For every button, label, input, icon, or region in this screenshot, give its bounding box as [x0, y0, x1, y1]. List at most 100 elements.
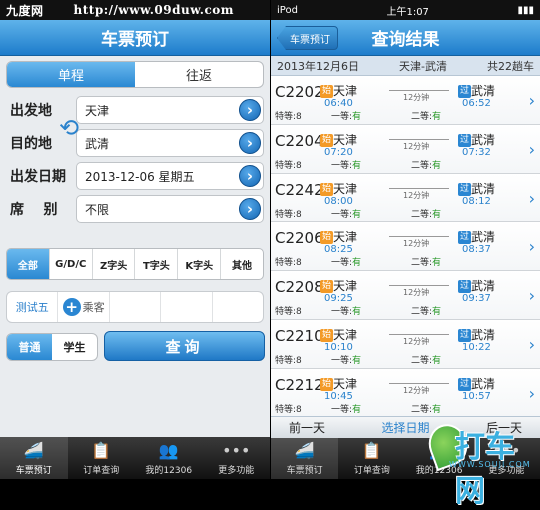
- filter-all[interactable]: 全部: [7, 249, 49, 279]
- query-button[interactable]: 查询: [104, 331, 265, 361]
- prev-day-button[interactable]: 前一天: [289, 419, 325, 436]
- seat-count: 8: [296, 355, 302, 366]
- tab-booking[interactable]: 🚄 车票预订: [0, 437, 68, 479]
- seat-label: 一等:: [331, 112, 353, 122]
- passenger-slot[interactable]: [211, 292, 263, 322]
- train-number: C2212: [275, 375, 324, 394]
- seat-label: 一等:: [331, 209, 353, 220]
- seat-label: 特等:: [275, 209, 297, 220]
- add-passenger-button[interactable]: + 乘客: [57, 292, 108, 322]
- filter-gdc[interactable]: G/D/C: [48, 249, 92, 279]
- watermark-url: http://www.09duw.com: [73, 3, 234, 17]
- from-station-name: 天津: [333, 376, 358, 391]
- seat-label: 特等:: [275, 112, 297, 122]
- seat-count: 有: [352, 404, 362, 415]
- train-number: C2210: [275, 326, 324, 345]
- seat-count: 有: [432, 307, 442, 318]
- to-station: 过武清: [458, 277, 495, 294]
- seat-first: 一等:有: [331, 255, 361, 268]
- pass-tag: 过: [458, 133, 471, 147]
- tab-orders[interactable]: 📋 订单查询: [68, 437, 136, 479]
- passenger-bar: 测试五 + 乘客: [6, 291, 264, 323]
- to-station-name: 武清: [471, 327, 496, 342]
- filter-t[interactable]: T字头: [134, 249, 177, 279]
- date-field[interactable]: 2013-12-06 星期五 ›: [76, 162, 264, 190]
- chevron-right-icon: ›: [528, 383, 535, 403]
- seat-label: 二等:: [411, 307, 433, 318]
- to-station: 过武清: [458, 228, 495, 245]
- tab-more[interactable]: ••• 更多功能: [203, 437, 271, 479]
- train-row[interactable]: C2204 始天津 07:20 12分钟过武清 07:32 特等:8 一等:有 二等:有 ›: [271, 124, 540, 174]
- passenger-slot[interactable]: [160, 292, 211, 322]
- seat-count: 有: [432, 404, 442, 415]
- train-row[interactable]: C2208 始天津 09:25 12分钟过武清 09:37 特等:8 一等:有 二等:有 ›: [271, 271, 540, 320]
- logo-subtext: WWW.SOUJI.COM: [449, 460, 531, 469]
- pass-tag: 过: [458, 231, 471, 245]
- train-row[interactable]: C2212 始天津 10:45 12分钟过武清 10:57 特等:8 一等:有 二等:有 ›: [271, 368, 540, 418]
- train-row[interactable]: C2210 始天津 10:10 12分钟过武清 10:22 特等:8 一等:有 二等:有 ›: [271, 319, 540, 369]
- seat-count: 有: [352, 307, 362, 318]
- seat-label: 特等:: [275, 160, 297, 171]
- tab-label: 车票预订: [15, 466, 52, 476]
- seat-label: 一等:: [331, 307, 353, 318]
- start-tag: 始: [320, 133, 333, 147]
- arrive-time: 08:37: [462, 244, 491, 256]
- seat-count: 有: [432, 258, 442, 269]
- to-field[interactable]: 武清 ›: [76, 129, 264, 157]
- tab-round-trip[interactable]: 往返: [135, 62, 263, 87]
- seat-count: 8: [296, 160, 302, 171]
- from-station-name: 天津: [333, 279, 358, 294]
- from-station-name: 天津: [333, 327, 358, 342]
- to-station: 过武清: [458, 82, 495, 99]
- tab-my12306[interactable]: 👥 我的12306: [135, 437, 203, 479]
- type-student[interactable]: 学生: [52, 334, 97, 360]
- filter-other[interactable]: 其他: [220, 249, 263, 279]
- seat-label: 特等:: [275, 355, 297, 366]
- date-row: 出发日期 2013-12-06 星期五 ›: [6, 160, 264, 192]
- filter-z[interactable]: Z字头: [91, 249, 135, 279]
- summary-count: 共22趟车: [486, 59, 534, 73]
- trip-type-toggle: 单程 往返: [6, 61, 264, 88]
- depart-time: 06:40: [324, 98, 353, 109]
- duration: 12分钟: [403, 288, 430, 298]
- passenger-slot[interactable]: [108, 292, 160, 322]
- from-row: 出发地 天津 ›: [6, 94, 264, 126]
- seat-second: 二等:有: [411, 158, 441, 171]
- duration: 12分钟: [403, 141, 430, 151]
- back-button[interactable]: 车票预订: [277, 26, 338, 50]
- filter-k[interactable]: K字头: [177, 249, 220, 279]
- seat-label: 二等:: [411, 160, 433, 171]
- type-normal[interactable]: 普通: [7, 334, 52, 360]
- arrive-time: 09:37: [462, 293, 491, 305]
- train-row[interactable]: C2202 始天津 06:40 12分钟过武清 06:52 特等:8 一等:有 二等:有 ›: [271, 76, 540, 125]
- seat-field[interactable]: 不限 ›: [76, 195, 264, 223]
- to-value: 武清: [85, 136, 110, 151]
- tab-bar: 🚄 车票预订 📋 订单查询 👥 我的12306 ••• 更多功能: [0, 437, 270, 479]
- results-screen: iPod 上午1:07 ▮▮▮ 车票预订 查询结果 2013年12月6日 天津-…: [271, 0, 540, 479]
- train-row[interactable]: C2206 始天津 08:25 12分钟过武清 08:37 特等:8 一等:有 二等:有 ›: [271, 222, 540, 272]
- duration: 12分钟: [403, 336, 430, 346]
- from-field[interactable]: 天津 ›: [76, 96, 264, 124]
- depart-time: 10:45: [324, 390, 353, 402]
- seat-count: 8: [296, 112, 302, 122]
- seat-first: 一等:有: [331, 304, 361, 317]
- seat-count: 有: [352, 112, 362, 122]
- swap-stations-icon[interactable]: ⟲: [59, 114, 79, 142]
- to-station: 过武清: [458, 326, 495, 343]
- seat-count: 有: [352, 355, 362, 366]
- depart-time: 08:25: [324, 244, 353, 256]
- tab-booking[interactable]: 🚄 车票预订: [271, 438, 339, 479]
- passenger-chip[interactable]: 测试五: [7, 292, 57, 322]
- chevron-right-icon: ›: [239, 132, 261, 154]
- train-number: C2242: [275, 180, 324, 199]
- seat-label: 一等:: [331, 160, 353, 171]
- duration: 12分钟: [403, 239, 430, 249]
- tab-one-way[interactable]: 单程: [7, 62, 135, 87]
- from-station: 始天津: [320, 82, 357, 99]
- train-icon: 🚄: [294, 441, 315, 460]
- tab-orders[interactable]: 📋 订单查询: [338, 438, 405, 479]
- seat-label: 一等:: [331, 355, 353, 366]
- chevron-right-icon: ›: [239, 198, 261, 220]
- seat-first: 一等:有: [331, 353, 361, 366]
- train-row[interactable]: C2242 始天津 08:00 12分钟过武清 08:12 特等:8 一等:有 二等:有 ›: [271, 173, 540, 223]
